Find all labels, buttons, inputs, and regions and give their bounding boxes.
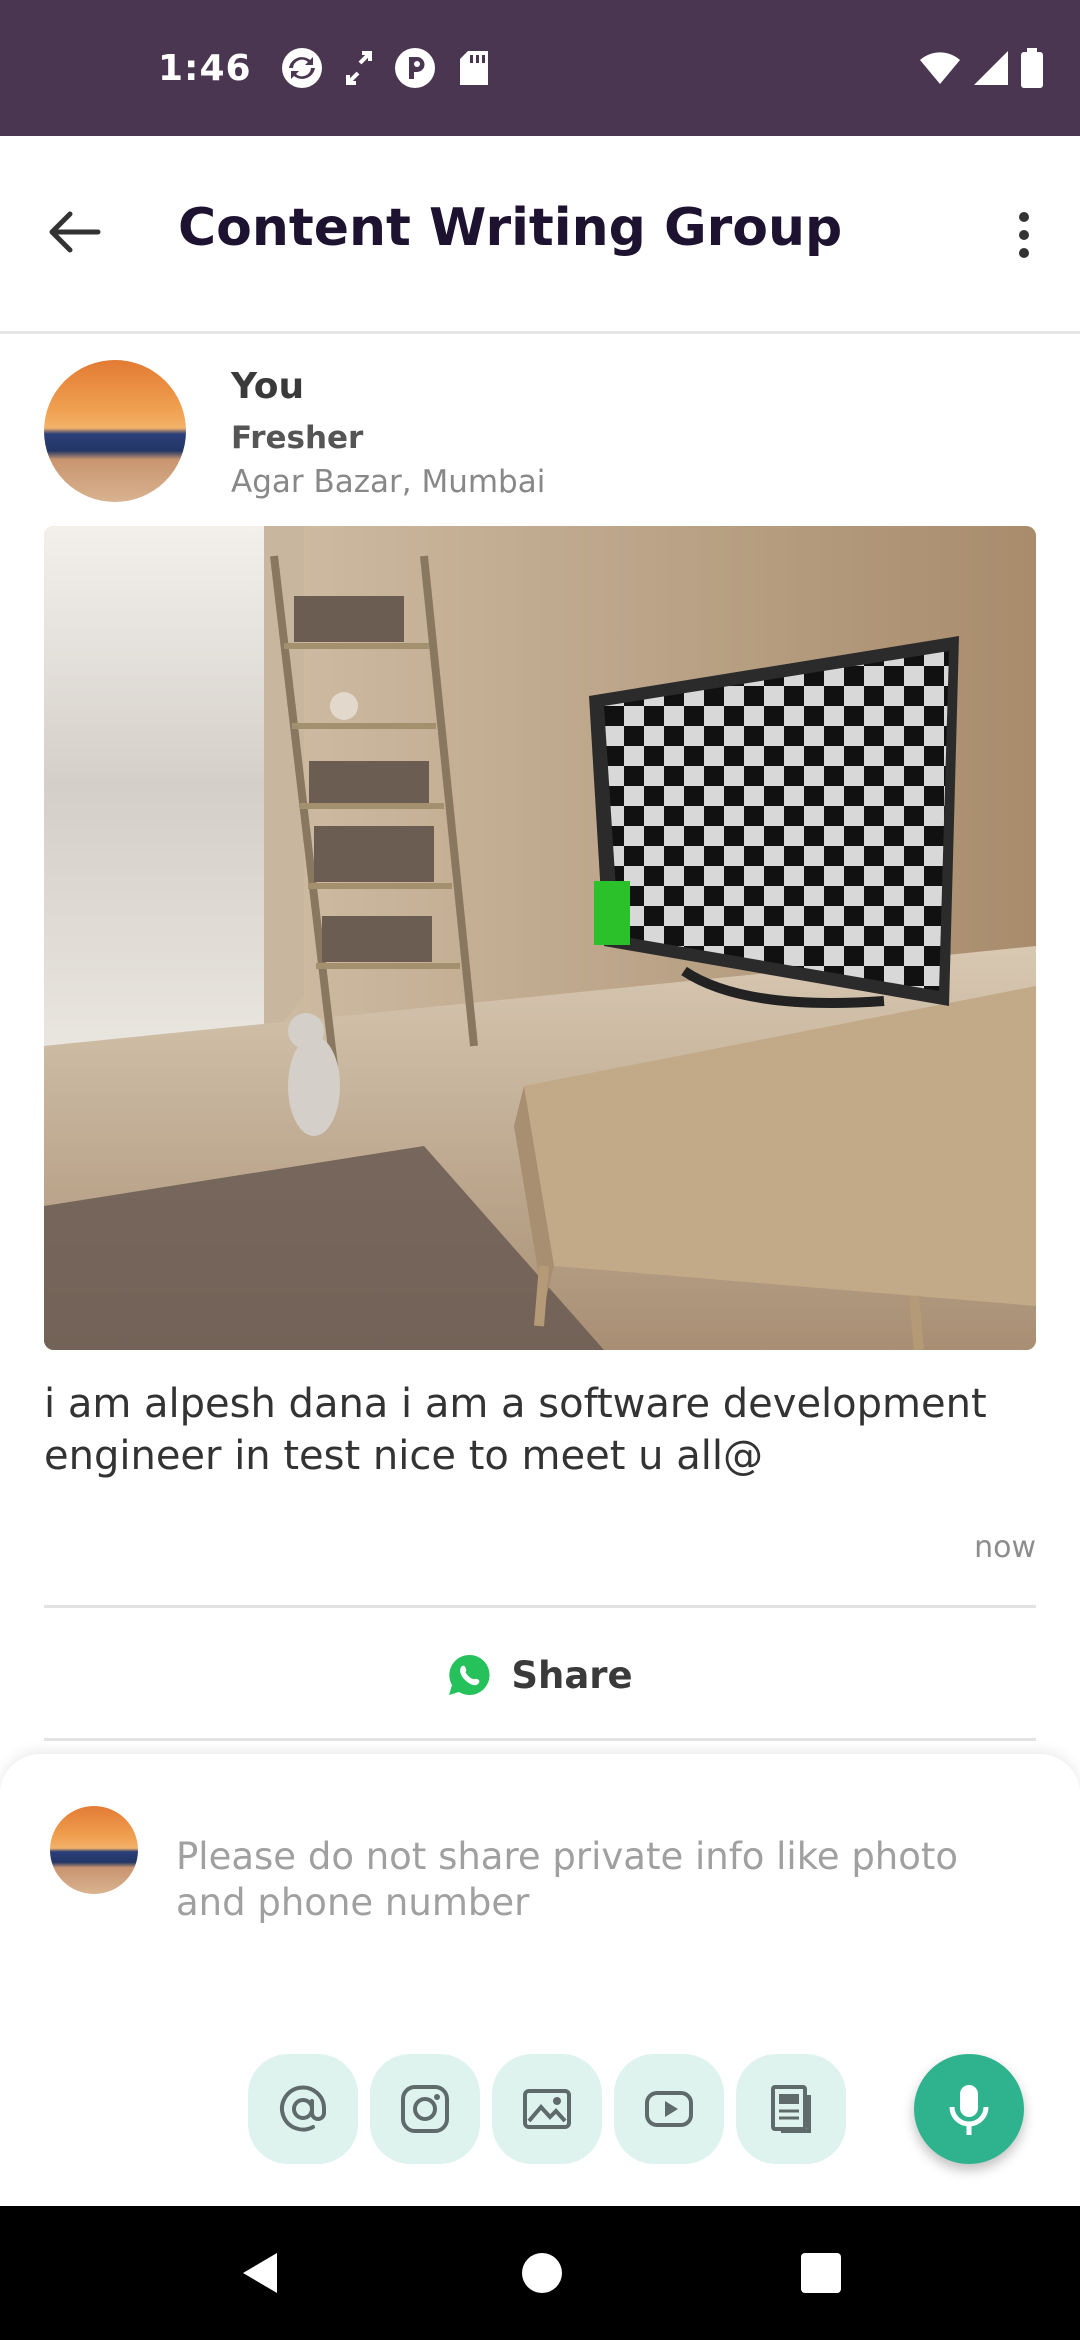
whatsapp-icon	[449, 1654, 490, 1695]
avatar	[50, 1806, 138, 1894]
avatar[interactable]	[44, 360, 186, 502]
status-icons-right	[918, 48, 1044, 88]
instagram-icon	[401, 2085, 449, 2133]
share-button[interactable]: Share	[0, 1610, 1080, 1740]
status-bar: 1:46	[0, 0, 1080, 136]
system-nav-bar	[0, 2206, 1080, 2340]
author-name[interactable]: You	[231, 366, 304, 407]
mention-button[interactable]	[248, 2054, 358, 2164]
document-button[interactable]	[736, 2054, 846, 2164]
more-vert-icon	[1019, 212, 1029, 222]
room-illustration	[44, 526, 1036, 1350]
mic-icon	[949, 2085, 989, 2135]
app-bar: Content Writing Group	[0, 136, 1080, 334]
divider	[44, 1605, 1036, 1608]
post-image[interactable]	[44, 526, 1036, 1350]
author-role: Fresher	[231, 420, 364, 456]
sync-icon	[281, 48, 322, 88]
voice-record-button[interactable]	[914, 2054, 1024, 2164]
divider	[44, 1738, 1036, 1741]
post-body: i am alpesh dana i am a software develop…	[44, 1381, 987, 1479]
at-icon	[280, 2085, 327, 2132]
image-button[interactable]	[492, 2054, 602, 2164]
arrow-left-icon	[49, 211, 101, 253]
youtube-button[interactable]	[614, 2054, 724, 2164]
share-label: Share	[511, 1653, 633, 1697]
post-header: You Fresher Agar Bazar, Mumbai	[44, 360, 1044, 510]
status-icons-left	[280, 46, 490, 90]
battery-icon	[1021, 48, 1043, 88]
image-icon	[523, 2089, 571, 2129]
wifi-icon	[920, 52, 960, 84]
p-icon	[394, 48, 435, 88]
comment-composer: Please do not share private info like ph…	[0, 1754, 1080, 2206]
signal-icon	[974, 51, 1008, 85]
expand-icon	[345, 51, 372, 85]
instagram-button[interactable]	[370, 2054, 480, 2164]
nav-recents-icon[interactable]	[799, 2251, 843, 2295]
nav-back-icon[interactable]	[237, 2249, 285, 2297]
status-time: 1:46	[158, 47, 252, 89]
author-location: Agar Bazar, Mumbai	[231, 464, 546, 500]
page-title: Content Writing Group	[178, 198, 843, 258]
more-options-button[interactable]	[996, 200, 1052, 270]
youtube-icon	[645, 2091, 693, 2127]
sd-card-icon	[459, 51, 488, 85]
composer-toolbar	[248, 2054, 846, 2164]
nav-home-icon[interactable]	[520, 2251, 564, 2295]
back-button[interactable]	[40, 202, 110, 262]
document-icon	[771, 2085, 811, 2133]
post-timestamp: now	[974, 1530, 1036, 1565]
comment-input[interactable]: Please do not share private info like ph…	[176, 1834, 1036, 1926]
